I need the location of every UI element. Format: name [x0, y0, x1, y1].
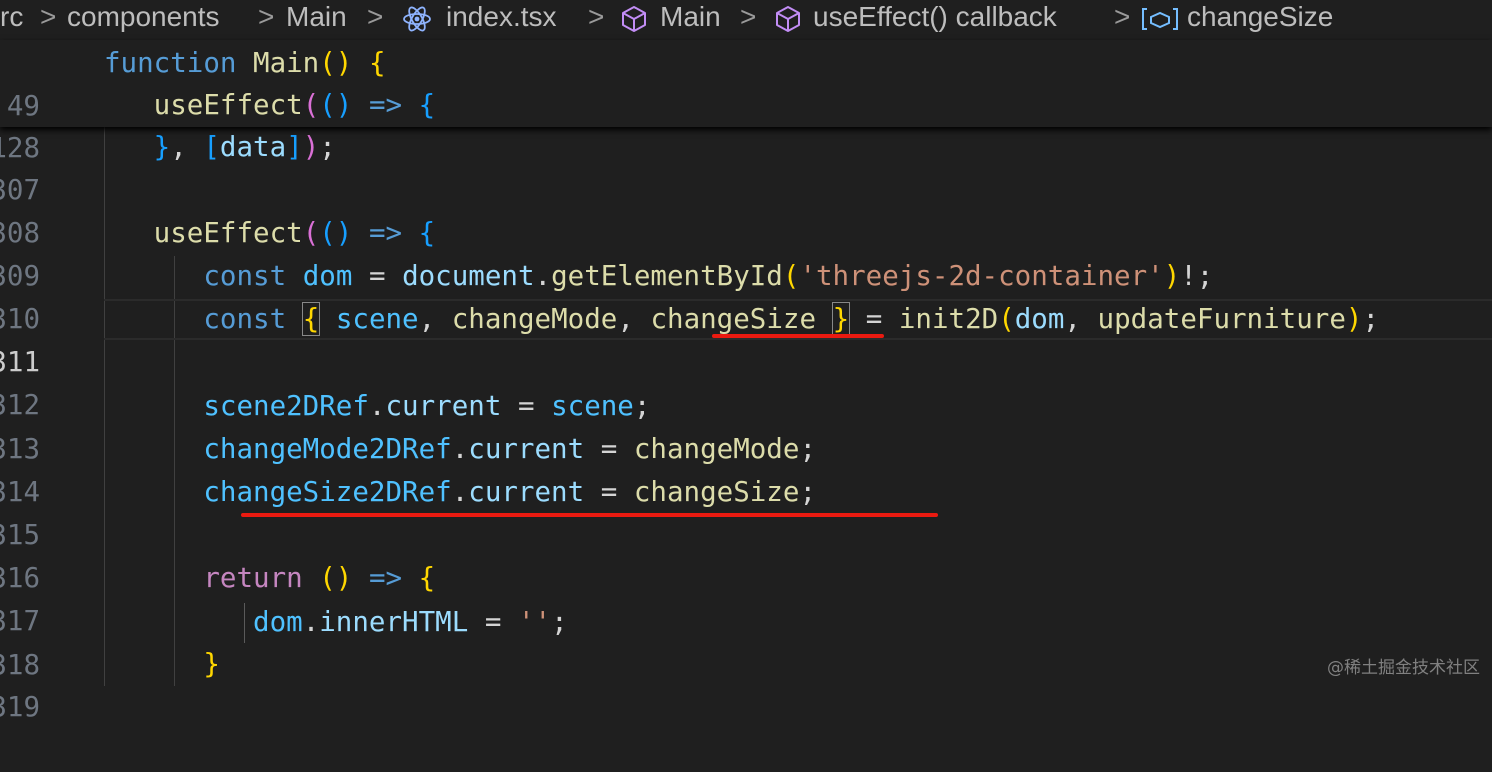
code-line[interactable]: 308: [0, 169, 1492, 249]
code-text: return () => {: [203, 562, 436, 594]
variable-icon: [1142, 8, 1178, 30]
code-line[interactable]: 312: [0, 341, 1492, 421]
code-line[interactable]: 318 dom.innerHTML = '';: [0, 601, 1492, 681]
cube-icon: [776, 6, 800, 32]
line-number: 319: [0, 691, 40, 723]
code-text: function Main() {: [104, 47, 386, 79]
code-line[interactable]: 309 useEffect(() => {: [0, 212, 1492, 292]
code-line[interactable]: 316: [0, 514, 1492, 594]
code-text: const dom = document.getElementById('thr…: [203, 260, 1214, 292]
annotation-underline: [712, 334, 884, 338]
breadcrumb-item-useeffect-callback[interactable]: useEffect() callback: [813, 1, 1057, 33]
chevron-right-icon: >: [588, 1, 605, 32]
line-number: 128: [0, 132, 40, 164]
code-text: }, [data]);: [153, 131, 336, 163]
cube-icon: [622, 6, 646, 32]
sticky-scroll-header: 49 function Main() { 128 useEffect(() =>…: [0, 40, 1492, 164]
chevron-right-icon: >: [40, 1, 57, 32]
breadcrumb-item-src[interactable]: rc: [0, 1, 23, 33]
code-text: }: [203, 648, 220, 680]
code-line[interactable]: 310 const dom = document.getElementById(…: [0, 255, 1492, 335]
chevron-right-icon: >: [367, 1, 384, 32]
react-icon: [403, 6, 431, 32]
code-line[interactable]: 313 scene2DRef.current = scene;: [0, 385, 1492, 465]
breadcrumb-item-main-function[interactable]: Main: [660, 1, 721, 33]
chevron-right-icon: >: [740, 1, 757, 32]
code-line[interactable]: 49 function Main() {: [0, 42, 1492, 122]
code-text: dom.innerHTML = '';: [253, 606, 568, 638]
breadcrumb: rc > components > Main > index.tsx > Mai…: [0, 0, 1492, 36]
code-line[interactable]: 128 useEffect(() => {: [0, 84, 1492, 164]
breadcrumb-item-main-folder[interactable]: Main: [286, 1, 347, 33]
code-line[interactable]: 317 return () => {: [0, 557, 1492, 637]
chevron-right-icon: >: [1114, 1, 1131, 32]
code-text: useEffect(() => {: [153, 89, 436, 121]
code-line[interactable]: 314 changeMode2DRef.current = changeMode…: [0, 428, 1492, 508]
chevron-right-icon: >: [258, 1, 275, 32]
breadcrumb-item-changesize[interactable]: changeSize: [1187, 1, 1333, 33]
code-text: changeSize2DRef.current = changeSize;: [203, 476, 816, 508]
breadcrumb-item-components[interactable]: components: [67, 1, 220, 33]
code-line[interactable]: 315 changeSize2DRef.current = changeSize…: [0, 471, 1492, 551]
breadcrumb-item-index-tsx[interactable]: index.tsx: [446, 1, 557, 33]
code-line[interactable]: 319 }: [0, 643, 1492, 723]
watermark: @稀土掘金技术社区: [1327, 658, 1480, 678]
code-text: scene2DRef.current = scene;: [203, 390, 651, 422]
code-text: changeMode2DRef.current = changeMode;: [203, 433, 816, 465]
code-line[interactable]: 307 }, [data]);: [0, 126, 1492, 206]
annotation-underline: [241, 513, 938, 517]
code-text: useEffect(() => {: [153, 217, 436, 249]
